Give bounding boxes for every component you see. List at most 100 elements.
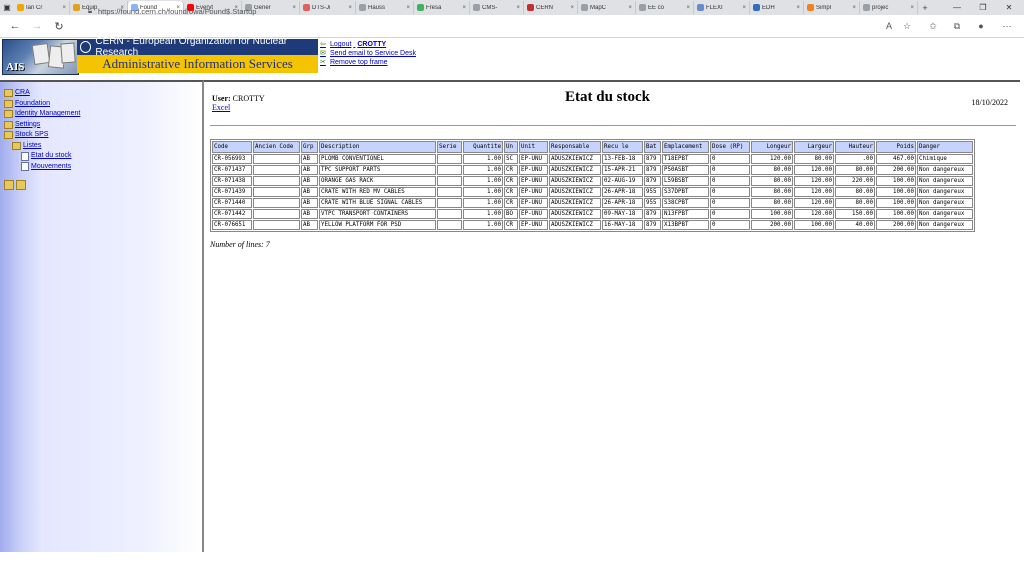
column-header: Largeur [794,141,834,153]
reload-icon[interactable]: ↻ [48,20,70,33]
navigation-tree: CRA Foundation Identity Management Setti… [4,88,80,172]
table-cell: CR-071437 [212,165,252,175]
send-email-link[interactable]: ✉ Send email to Service Desk [320,49,416,58]
tree-link-settings[interactable]: Settings [15,120,40,131]
browser-tab[interactable]: DTS-Ji × [300,1,356,14]
tree-item-stock[interactable]: Stock SPS [4,130,80,141]
browser-tab[interactable]: EDH × [750,1,804,14]
window-menu-icon[interactable]: ▣ [0,0,14,15]
tree-link-stock[interactable]: Stock SPS [15,130,48,141]
tab-close-icon[interactable]: × [570,5,574,11]
minimize-icon[interactable]: — [944,0,970,15]
profile-avatar[interactable]: ● [972,17,990,35]
table-cell: 879 [644,165,661,175]
browser-tab[interactable]: CERN × [524,1,578,14]
tab-close-icon[interactable]: × [516,5,520,11]
table-cell: ADUSZKIEWICZ [549,154,601,164]
table-cell: 200.00 [876,165,916,175]
tab-title: EE co [648,4,665,11]
forward-icon[interactable]: → [26,20,48,32]
column-header: Description [319,141,436,153]
folder-icon [4,120,13,129]
tab-close-icon[interactable]: × [852,5,856,11]
table-row: CR-076651 AB YELLOW PLATFORM FOR PSD 1.00 CR… [212,220,973,230]
page-title: Etat du stock [565,89,651,105]
excel-link[interactable]: Excel [212,103,230,112]
tree-link-mouvements[interactable]: Mouvements [31,162,71,173]
tab-close-icon[interactable]: × [796,5,800,11]
browser-tab[interactable]: CMS- × [470,1,524,14]
table-cell: CRATE WITH RED MV CABLES [319,187,436,197]
expand-all-icon[interactable] [4,180,14,190]
browser-tab[interactable]: FLEXI × [694,1,750,14]
tree-item-etat[interactable]: Etat du stock [4,151,80,162]
remove-top-frame-label: Remove top frame [330,59,388,66]
remove-top-frame-link[interactable]: ✂ Remove top frame [320,58,416,67]
tab-close-icon[interactable]: × [62,5,66,11]
table-cell: 955 [644,187,661,197]
browser-tab[interactable]: Hauss × [356,1,414,14]
table-cell: .00 [835,154,875,164]
back-icon[interactable]: ← [4,20,26,32]
tab-title: Ian Cr [26,4,43,11]
table-cell: 879 [644,209,661,219]
tab-close-icon[interactable]: × [406,5,410,11]
logout-link[interactable]: ⇦ Logout CROTTY [320,40,416,49]
tree-item-mouvements[interactable]: Mouvements [4,162,80,173]
browser-tab[interactable]: projec × [860,1,918,14]
collections-icon[interactable]: ⧉ [948,17,966,35]
table-cell: 80.00 [835,187,875,197]
favorites-icon[interactable]: ✩ [924,17,942,35]
browser-tab[interactable]: Simpl × [804,1,860,14]
tree-link-identity[interactable]: Identity Management [15,109,80,120]
user-line: User: CROTTY [212,94,265,103]
table-row: CR-056993 AB PLOMB CONVENTIONEL 1.00 SC EP-UN… [212,154,973,164]
table-cell: CR [504,220,518,230]
table-cell: EP-UNU [519,165,548,175]
more-menu-icon[interactable]: ⋯ [998,17,1016,35]
address-bar[interactable]: 🔒︎ https://found.cern.ch/found/owa/Found… [88,4,256,18]
favorite-star-icon[interactable]: ☆ [898,17,916,35]
read-aloud-icon[interactable]: A [880,17,898,35]
table-cell: 120.00 [794,176,834,186]
maximize-icon[interactable]: ❐ [970,0,996,15]
column-header: Code [212,141,252,153]
tree-item-identity[interactable]: Identity Management [4,109,80,120]
browser-tab[interactable]: MapC × [578,1,636,14]
column-header: Bat [644,141,661,153]
table-cell: 16-MAY-18 [602,220,643,230]
browser-tab[interactable]: Fresa × [414,1,470,14]
browser-tab[interactable]: Ian Cr × [14,1,70,14]
column-header: Danger [917,141,973,153]
tree-link-etat[interactable]: Etat du stock [31,151,71,162]
new-tab-button[interactable]: + [918,3,932,13]
tab-close-icon[interactable]: × [742,5,746,11]
tab-close-icon[interactable]: × [292,5,296,11]
tree-item-cra[interactable]: CRA [4,88,80,99]
tree-link-foundation[interactable]: Foundation [15,99,50,110]
tab-close-icon[interactable]: × [348,5,352,11]
tab-close-icon[interactable]: × [628,5,632,11]
table-cell: CR-056993 [212,154,252,164]
table-cell: 120.00 [751,154,793,164]
tree-link-listes[interactable]: Listes [23,141,41,152]
tab-favicon-icon [581,4,588,11]
table-cell: CR [504,198,518,208]
tab-close-icon[interactable]: × [910,5,914,11]
table-cell: 467.00 [876,154,916,164]
close-window-icon[interactable]: ✕ [996,0,1022,15]
tab-favicon-icon [753,4,760,11]
table-cell: Non dangereux [917,187,973,197]
tab-close-icon[interactable]: × [686,5,690,11]
browser-tab[interactable]: EE co × [636,1,694,14]
collapse-all-icon[interactable] [16,180,26,190]
line-count: Number of lines: 7 [210,240,270,249]
table-cell [253,165,300,175]
tree-item-settings[interactable]: Settings [4,120,80,131]
tab-close-icon[interactable]: × [462,5,466,11]
tree-item-foundation[interactable]: Foundation [4,99,80,110]
tab-favicon-icon [639,4,646,11]
tree-link-cra[interactable]: CRA [15,88,30,99]
tree-item-listes[interactable]: Listes [4,141,80,152]
open-folder-icon [4,131,13,140]
